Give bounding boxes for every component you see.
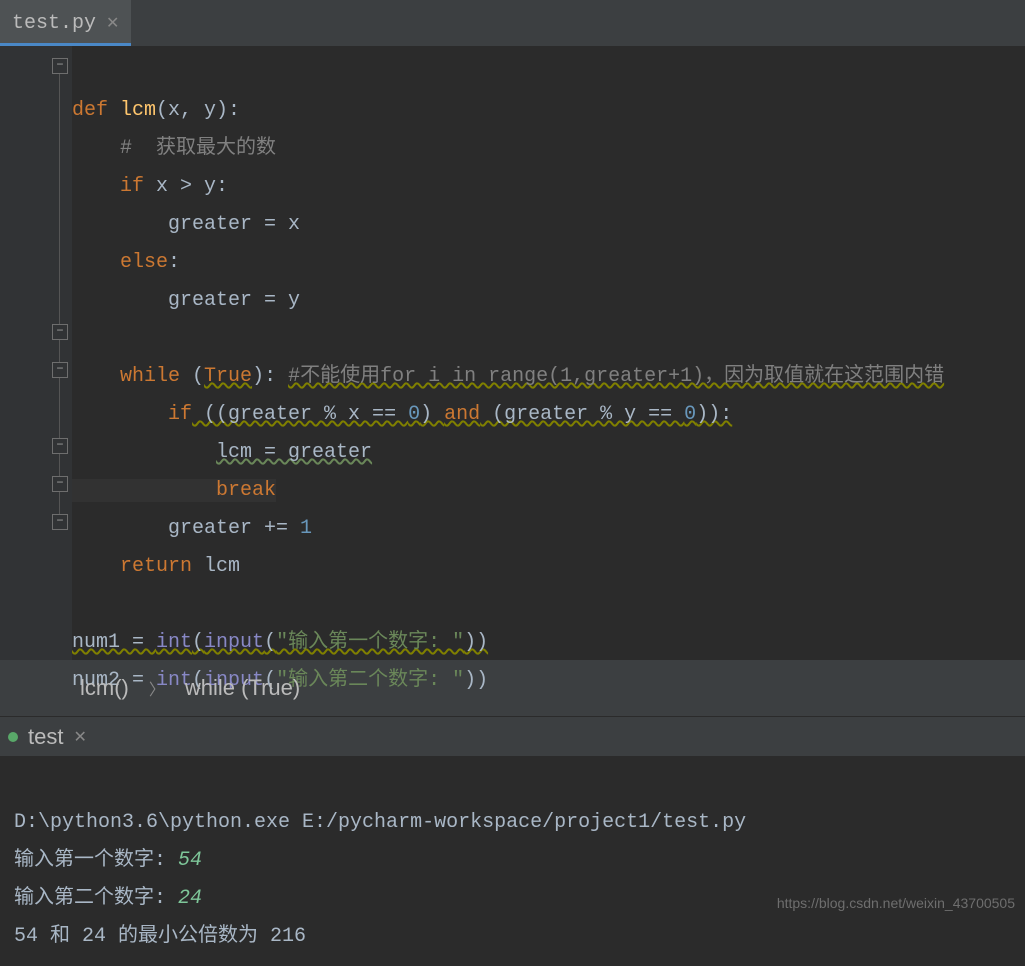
breadcrumb-item[interactable]: while (True) [185, 675, 300, 701]
console-line: 输入第一个数字: 54 [14, 849, 202, 872]
fold-icon[interactable]: − [52, 324, 68, 340]
chevron-right-icon: 〉 [149, 676, 165, 700]
editor-tab[interactable]: test.py ✕ [0, 0, 131, 46]
code-line: else: [72, 251, 180, 274]
fold-icon[interactable]: − [52, 476, 68, 492]
gutter: − − − − − − [0, 46, 72, 660]
watermark: https://blog.csdn.net/weixin_43700505 [777, 895, 1015, 911]
console-tab[interactable]: test [28, 724, 63, 750]
tab-filename: test.py [12, 12, 96, 35]
fold-icon[interactable]: − [52, 58, 68, 74]
code-line: greater = y [72, 289, 300, 312]
code-area[interactable]: def lcm(x, y): # 获取最大的数 if x > y: greate… [72, 46, 944, 660]
console-line: D:\python3.6\python.exe E:/pycharm-works… [14, 811, 746, 834]
code-line: def lcm(x, y): [72, 99, 240, 122]
fold-icon[interactable]: − [52, 438, 68, 454]
code-line: greater = x [72, 213, 300, 236]
console-line: 54 和 24 的最小公倍数为 216 [14, 925, 306, 948]
fold-icon[interactable]: − [52, 362, 68, 378]
console-tab-bar: test ✕ [0, 716, 1025, 756]
code-line: if x > y: [72, 175, 228, 198]
console-output[interactable]: D:\python3.6\python.exe E:/pycharm-works… [0, 756, 1025, 966]
close-icon[interactable]: ✕ [106, 13, 119, 33]
code-line: break [72, 479, 276, 502]
code-editor[interactable]: − − − − − − def lcm(x, y): # 获取最大的数 if x… [0, 46, 1025, 660]
code-line: # 获取最大的数 [72, 137, 276, 160]
run-status-icon [8, 732, 18, 742]
console-line: 输入第二个数字: 24 [14, 887, 202, 910]
breadcrumb-item[interactable]: lcm() [80, 675, 129, 701]
code-line: lcm = greater [72, 441, 372, 464]
editor-tab-bar: test.py ✕ [0, 0, 1025, 46]
code-line: return lcm [72, 555, 240, 578]
fold-icon[interactable]: − [52, 514, 68, 530]
code-line: num1 = int(input("输入第一个数字: ")) [72, 631, 488, 654]
code-line: greater += 1 [72, 517, 312, 540]
close-icon[interactable]: ✕ [73, 727, 86, 747]
code-line: if ((greater % x == 0) and (greater % y … [72, 403, 732, 426]
code-line [72, 327, 84, 350]
code-line [72, 593, 84, 616]
code-line: while (True): #不能使用for i in range(1,grea… [72, 365, 944, 388]
